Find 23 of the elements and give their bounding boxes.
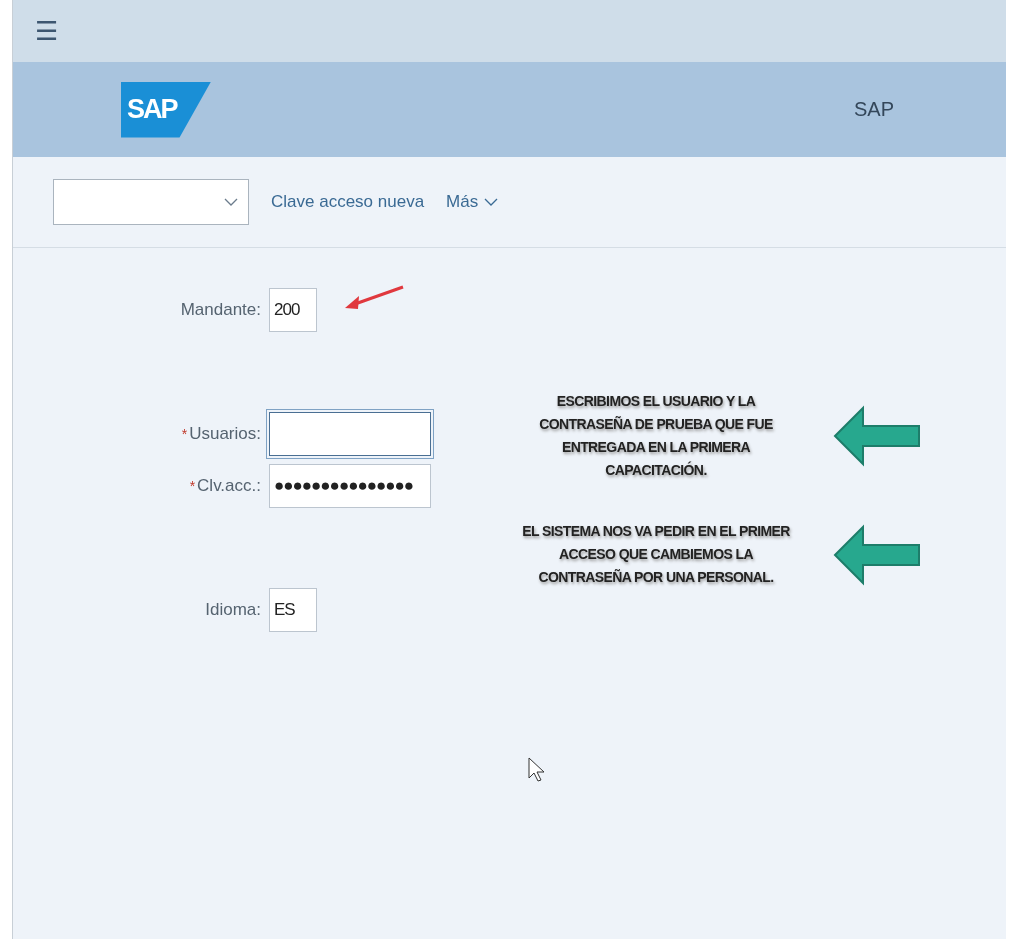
chevron-down-icon [224, 197, 238, 207]
toolbar-link[interactable]: Clave acceso nueva [271, 192, 425, 212]
chevron-down-icon [484, 197, 499, 207]
field-label: Clv.acc.: [197, 476, 262, 496]
field-label: Idioma: [205, 600, 262, 620]
header-title: SAP [853, 98, 894, 121]
input-field[interactable]: ●●●●●●●●●●●●●●● [269, 464, 431, 508]
field-label: Mandante: [180, 300, 262, 320]
left-arrow-icon [831, 404, 923, 468]
menu-button[interactable]: ☰ [35, 16, 59, 46]
input-field[interactable]: 200 [269, 288, 317, 332]
field-label: Usuarios: [189, 424, 262, 444]
required-asterisk: * [189, 478, 196, 494]
input-field[interactable]: ES [269, 588, 317, 632]
mouse-pointer-icon [528, 757, 544, 783]
sap-logo: SAP [121, 81, 211, 138]
dropdown-field[interactable] [53, 179, 249, 225]
left-arrow-icon [831, 522, 923, 587]
annotation-text: EL SISTEMA NOS VA PEDIR EN EL PRIMER ACCESO QUE CAMBIEMOS LA CONTRASEÑA POR UNA PERSONAL. [521, 522, 791, 587]
input-field[interactable] [269, 412, 431, 456]
more-menu-button[interactable]: Más [446, 192, 499, 212]
annotation-text: ESCRIBIMOS EL USUARIO Y LA CONTRASEÑA DE PRUEBA QUE FUE ENTREGADA EN LA PRIMERA CAPACITACIÓN. [538, 392, 774, 480]
required-asterisk: * [181, 426, 188, 442]
